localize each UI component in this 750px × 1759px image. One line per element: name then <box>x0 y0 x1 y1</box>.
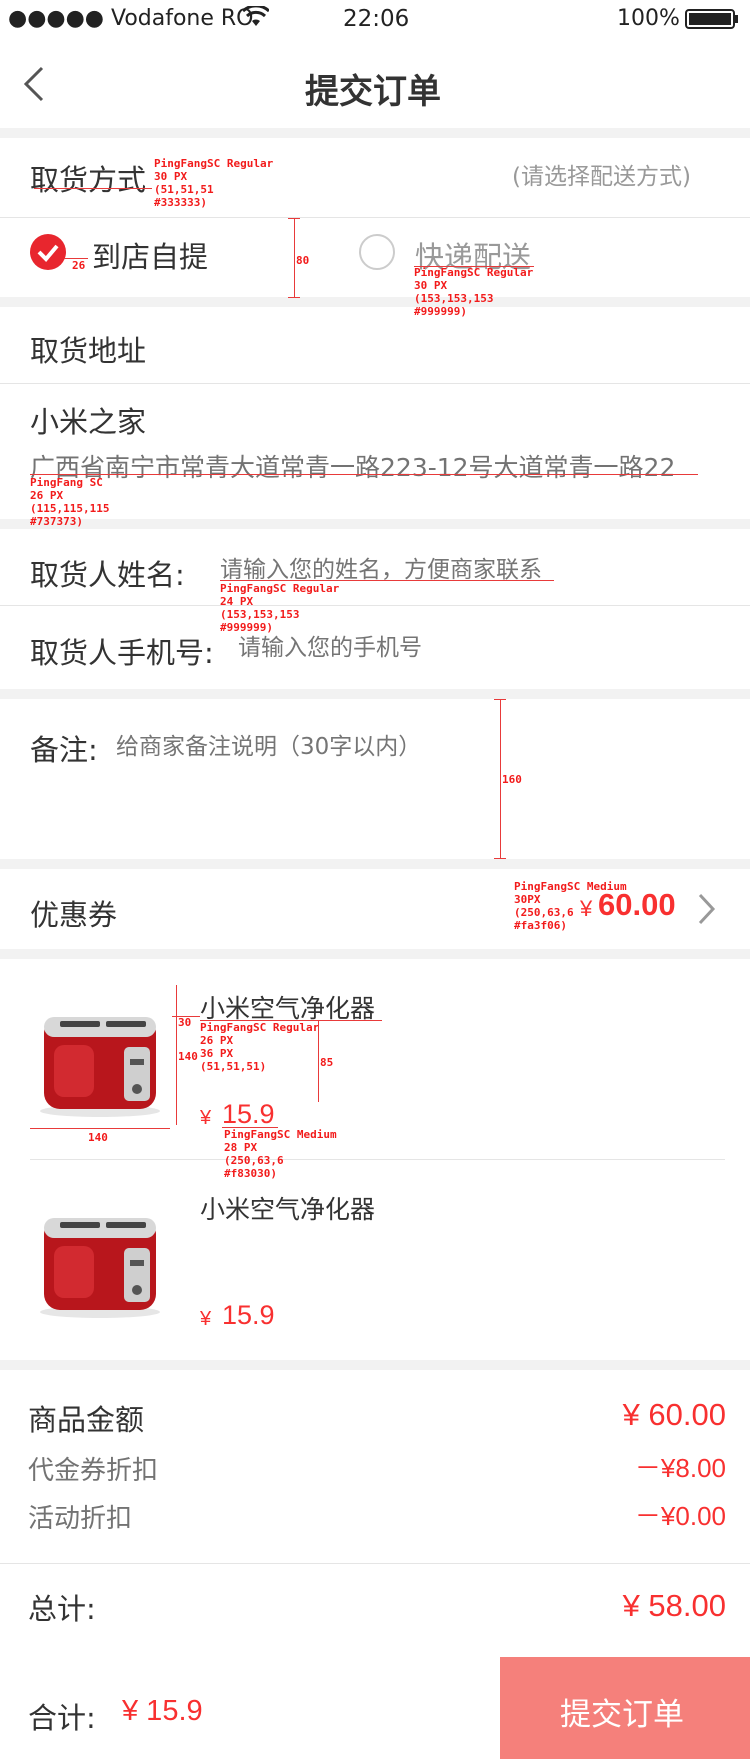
annotation-note: 30 <box>178 1016 192 1029</box>
goods-amount-label: 商品金额 <box>28 1403 145 1437</box>
status-bar: ●●●●● Vodafone RO 22:06 100% <box>0 0 750 40</box>
checked-circle-icon <box>30 234 66 270</box>
store-address: 广西省南宁市常青大道常青一路223-12号大道常青一路22 <box>30 453 676 482</box>
annotation-dimension <box>288 297 300 298</box>
coupon-discount-value: －¥8.00 <box>634 1453 726 1483</box>
goods-amount-value: ¥ 60.00 <box>622 1397 726 1432</box>
product-item[interactable]: 小米空气净化器 ¥ 15.9 <box>0 1160 750 1360</box>
carrier-text: ●●●●● Vodafone RO <box>8 6 254 31</box>
divider <box>0 1563 750 1564</box>
sum-value: ¥ 15.9 <box>122 1695 203 1727</box>
coupon-row[interactable]: 优惠券 ¥ 60.00 <box>0 869 750 949</box>
divider-band <box>0 519 750 529</box>
address-section-label: 取货地址 <box>30 334 147 368</box>
product-price: 15.9 <box>222 1099 275 1129</box>
wifi-icon <box>241 4 271 32</box>
activity-discount-value: －¥0.00 <box>634 1501 726 1531</box>
divider-band <box>0 128 750 138</box>
battery-icon <box>685 9 738 29</box>
annotation-note: PingFangSC Medium 28 PX (250,63,6 #f8303… <box>224 1128 337 1180</box>
back-button[interactable] <box>18 62 58 106</box>
divider-band <box>0 859 750 869</box>
annotation-note: PingFang SC 26 PX (115,115,115 #737373) <box>30 476 110 528</box>
annotation-note: PingFangSC Regular 30 PX (51,51,51 #3333… <box>154 157 274 209</box>
pickup-option-store-label: 到店自提 <box>92 240 209 274</box>
submit-order-label: 提交订单 <box>560 1697 684 1733</box>
divider-band <box>0 1360 750 1370</box>
annotation-dimension <box>294 218 295 298</box>
pickup-hint: (请选择配送方式) <box>512 164 691 190</box>
product-image <box>30 985 170 1125</box>
submit-order-button[interactable]: 提交订单 <box>500 1657 750 1759</box>
product-image <box>30 1186 170 1326</box>
product-currency: ¥ <box>200 1308 212 1330</box>
unchecked-circle-icon <box>359 234 395 270</box>
annotation-underline <box>30 474 698 475</box>
divider <box>0 605 750 606</box>
annotation-underline <box>34 188 152 189</box>
remark-input[interactable] <box>116 727 556 847</box>
annotation-dimension <box>318 1020 319 1102</box>
total-label: 总计: <box>28 1592 96 1626</box>
annotation-note: PingFangSC Regular 26 PX 36 PX (51,51,51… <box>200 1021 320 1073</box>
total-value: ¥ 58.00 <box>622 1588 726 1623</box>
annotation-dimension <box>500 699 501 859</box>
annotation-dimension <box>176 985 177 1125</box>
annotation-underline <box>220 580 554 581</box>
chevron-left-icon <box>23 66 44 102</box>
divider-band <box>0 297 750 307</box>
pickup-label: 取货方式 <box>30 163 147 197</box>
annotation-note: 140 <box>88 1131 108 1144</box>
divider-band <box>0 949 750 959</box>
annotation-note: PingFangSC Medium 30PX (250,63,6 #fa3f06… <box>514 880 627 932</box>
annotation-note: 85 <box>320 1056 334 1069</box>
annotation-dimension <box>494 858 506 859</box>
annotation-note: 80 <box>296 254 310 267</box>
divider <box>0 217 750 218</box>
phone-input[interactable] <box>238 628 698 668</box>
sum-label: 合计: <box>28 1701 96 1735</box>
phone-label: 取货人手机号: <box>30 636 214 670</box>
annotation-dimension <box>30 1128 170 1129</box>
annotation-note: PingFangSC Regular 30 PX (153,153,153 #9… <box>414 266 534 318</box>
product-price: 15.9 <box>222 1300 275 1330</box>
annotation-dimension <box>288 218 300 219</box>
bottom-bar: 合计: ¥ 15.9 提交订单 <box>0 1657 750 1759</box>
coupon-discount-label: 代金券折扣 <box>28 1456 159 1486</box>
annotation-dimension <box>494 699 506 700</box>
annotation-note: 160 <box>502 773 522 786</box>
remark-label: 备注: <box>30 733 98 767</box>
product-name: 小米空气净化器 <box>200 1195 376 1224</box>
annotation-note: 140 <box>178 1050 198 1063</box>
divider-band <box>0 689 750 699</box>
annotation-note: PingFangSC Regular 24 PX (153,153,153 #9… <box>220 582 340 634</box>
product-currency: ¥ <box>200 1107 212 1129</box>
product-item[interactable]: 小米空气净化器 ¥ 15.9 <box>0 959 750 1159</box>
coupon-label: 优惠券 <box>30 898 118 932</box>
annotation-note: 26 <box>72 259 86 272</box>
clock-text: 22:06 <box>343 6 410 32</box>
store-name: 小米之家 <box>30 405 147 439</box>
name-label: 取货人姓名: <box>30 558 185 592</box>
address-card[interactable]: 小米之家 广西省南宁市常青大道常青一路223-12号大道常青一路22 <box>0 384 750 519</box>
pickup-option-store[interactable]: 到店自提 <box>28 230 278 280</box>
battery-percent: 100% <box>617 6 680 31</box>
chevron-right-icon <box>698 893 716 925</box>
activity-discount-label: 活动折扣 <box>28 1504 133 1534</box>
nav-bar: 提交订单 <box>0 40 750 128</box>
page-title: 提交订单 <box>305 72 441 112</box>
